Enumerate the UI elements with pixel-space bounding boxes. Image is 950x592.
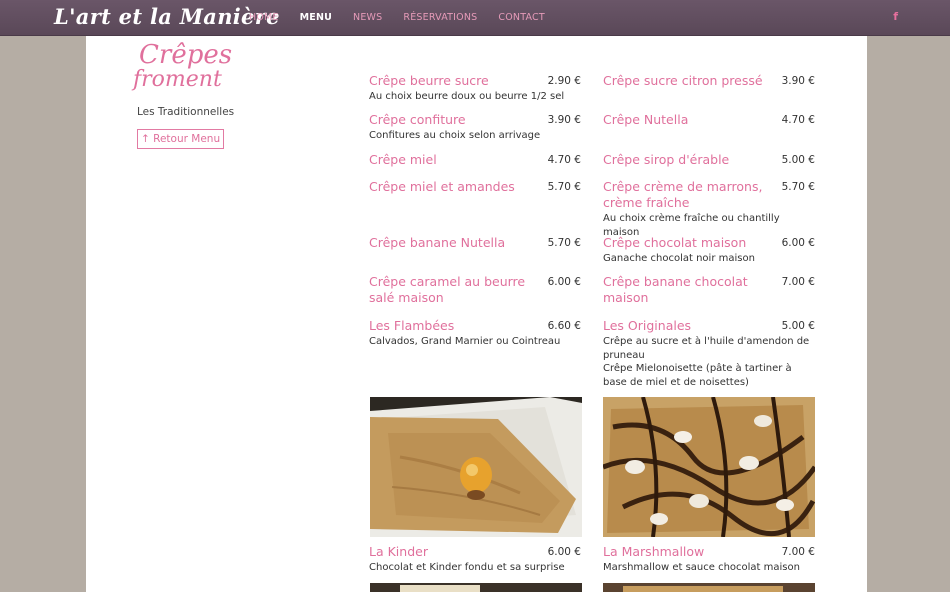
menu-item: Crêpe Nutella 4.70 € bbox=[603, 112, 815, 128]
item-price: 3.90 € bbox=[547, 114, 581, 126]
back-to-menu-button[interactable]: ↑ Retour Menu bbox=[137, 129, 225, 149]
item-name: Crêpe sucre citron pressé bbox=[603, 73, 763, 88]
item-name: Les Originales bbox=[603, 318, 692, 333]
facebook-icon[interactable]: f bbox=[893, 10, 898, 23]
menu-item: La Kinder 6.00 € Chocolat et Kinder fond… bbox=[369, 544, 581, 575]
item-price: 6.60 € bbox=[547, 320, 581, 332]
item-description: Calvados, Grand Marnier ou Cointreau bbox=[369, 336, 561, 347]
item-description: Chocolat et Kinder fondu et sa surprise bbox=[369, 562, 565, 573]
item-price: 4.70 € bbox=[547, 154, 581, 166]
page-title: Crêpes froment bbox=[133, 40, 233, 92]
item-description: Confitures au choix selon arrivage bbox=[369, 130, 541, 141]
menu-item: Crêpe miel 4.70 € bbox=[369, 152, 581, 168]
item-price: 5.00 € bbox=[781, 154, 815, 166]
item-name: La Marshmallow bbox=[603, 544, 705, 559]
item-price: 6.00 € bbox=[547, 546, 581, 558]
nav-contact[interactable]: CONTACT bbox=[498, 12, 544, 23]
item-description: Crêpe au sucre et à l'huile d'amendon de… bbox=[603, 336, 810, 388]
marshmallow-crepe-photo bbox=[603, 397, 815, 537]
item-price: 5.70 € bbox=[781, 181, 815, 193]
item-name: Crêpe banane Nutella bbox=[369, 235, 506, 250]
next-crepe-photo bbox=[370, 583, 582, 592]
item-price: 6.00 € bbox=[781, 237, 815, 249]
nav-home[interactable]: HOME bbox=[249, 12, 279, 23]
item-name: Crêpe miel bbox=[369, 152, 437, 167]
item-price: 3.90 € bbox=[781, 75, 815, 87]
top-nav-bar: L'art et la Manière HOME MENU NEWS RÉSER… bbox=[0, 0, 950, 36]
menu-item: Les Originales 5.00 € Crêpe au sucre et … bbox=[603, 318, 815, 389]
menu-item: Crêpe miel et amandes 5.70 € bbox=[369, 179, 581, 195]
nav-news[interactable]: NEWS bbox=[353, 12, 382, 23]
item-name: Crêpe Nutella bbox=[603, 112, 689, 127]
nav-reservations[interactable]: RÉSERVATIONS bbox=[403, 12, 477, 23]
menu-item: Crêpe chocolat maison 6.00 € Ganache cho… bbox=[603, 235, 815, 266]
category-subtitle: Les Traditionnelles bbox=[137, 106, 235, 118]
item-price: 2.90 € bbox=[547, 75, 581, 87]
menu-item: Crêpe sirop d'érable 5.00 € bbox=[603, 152, 815, 168]
menu-item: Crêpe banane Nutella 5.70 € bbox=[369, 235, 581, 251]
menu-item: Crêpe caramel au beurre salé maison 6.00… bbox=[369, 274, 581, 306]
menu-item: Les Flambées 6.60 € Calvados, Grand Marn… bbox=[369, 318, 581, 349]
item-description: Ganache chocolat noir maison bbox=[603, 253, 755, 264]
main-nav: HOME MENU NEWS RÉSERVATIONS CONTACT bbox=[249, 12, 566, 23]
item-name: Crêpe crème de marrons, crème fraîche bbox=[603, 179, 763, 210]
item-price: 7.00 € bbox=[781, 276, 815, 288]
menu-item: La Marshmallow 7.00 € Marshmallow et sau… bbox=[603, 544, 815, 575]
item-name: Crêpe banane chocolat maison bbox=[603, 274, 748, 305]
menu-item: Crêpe sucre citron pressé 3.90 € bbox=[603, 73, 815, 89]
item-name: Crêpe confiture bbox=[369, 112, 466, 127]
menu-item: Crêpe banane chocolat maison 7.00 € bbox=[603, 274, 815, 306]
site-logo[interactable]: L'art et la Manière bbox=[54, 4, 280, 29]
item-name: Crêpe beurre sucre bbox=[369, 73, 489, 88]
item-price: 5.00 € bbox=[781, 320, 815, 332]
item-description: Marshmallow et sauce chocolat maison bbox=[603, 562, 800, 573]
page-title-line2: froment bbox=[133, 67, 222, 92]
item-name: Crêpe miel et amandes bbox=[369, 179, 515, 194]
item-price: 6.00 € bbox=[547, 276, 581, 288]
nav-menu[interactable]: MENU bbox=[300, 12, 332, 23]
kinder-crepe-photo bbox=[370, 397, 582, 537]
next-crepe-photo bbox=[603, 583, 815, 592]
item-price: 5.70 € bbox=[547, 181, 581, 193]
item-description: Au choix beurre doux ou beurre 1/2 sel bbox=[369, 91, 565, 102]
item-name: Crêpe sirop d'érable bbox=[603, 152, 730, 167]
menu-item: Crêpe beurre sucre 2.90 € Au choix beurr… bbox=[369, 73, 581, 104]
menu-item: Crêpe crème de marrons, crème fraîche 5.… bbox=[603, 179, 815, 239]
item-name: Les Flambées bbox=[369, 318, 455, 333]
item-price: 5.70 € bbox=[547, 237, 581, 249]
item-name: La Kinder bbox=[369, 544, 428, 559]
item-name: Crêpe caramel au beurre salé maison bbox=[369, 274, 526, 305]
item-price: 7.00 € bbox=[781, 546, 815, 558]
item-name: Crêpe chocolat maison bbox=[603, 235, 747, 250]
menu-item: Crêpe confiture 3.90 € Confitures au cho… bbox=[369, 112, 581, 143]
item-price: 4.70 € bbox=[781, 114, 815, 126]
page-title-line1: Crêpes bbox=[139, 40, 233, 70]
